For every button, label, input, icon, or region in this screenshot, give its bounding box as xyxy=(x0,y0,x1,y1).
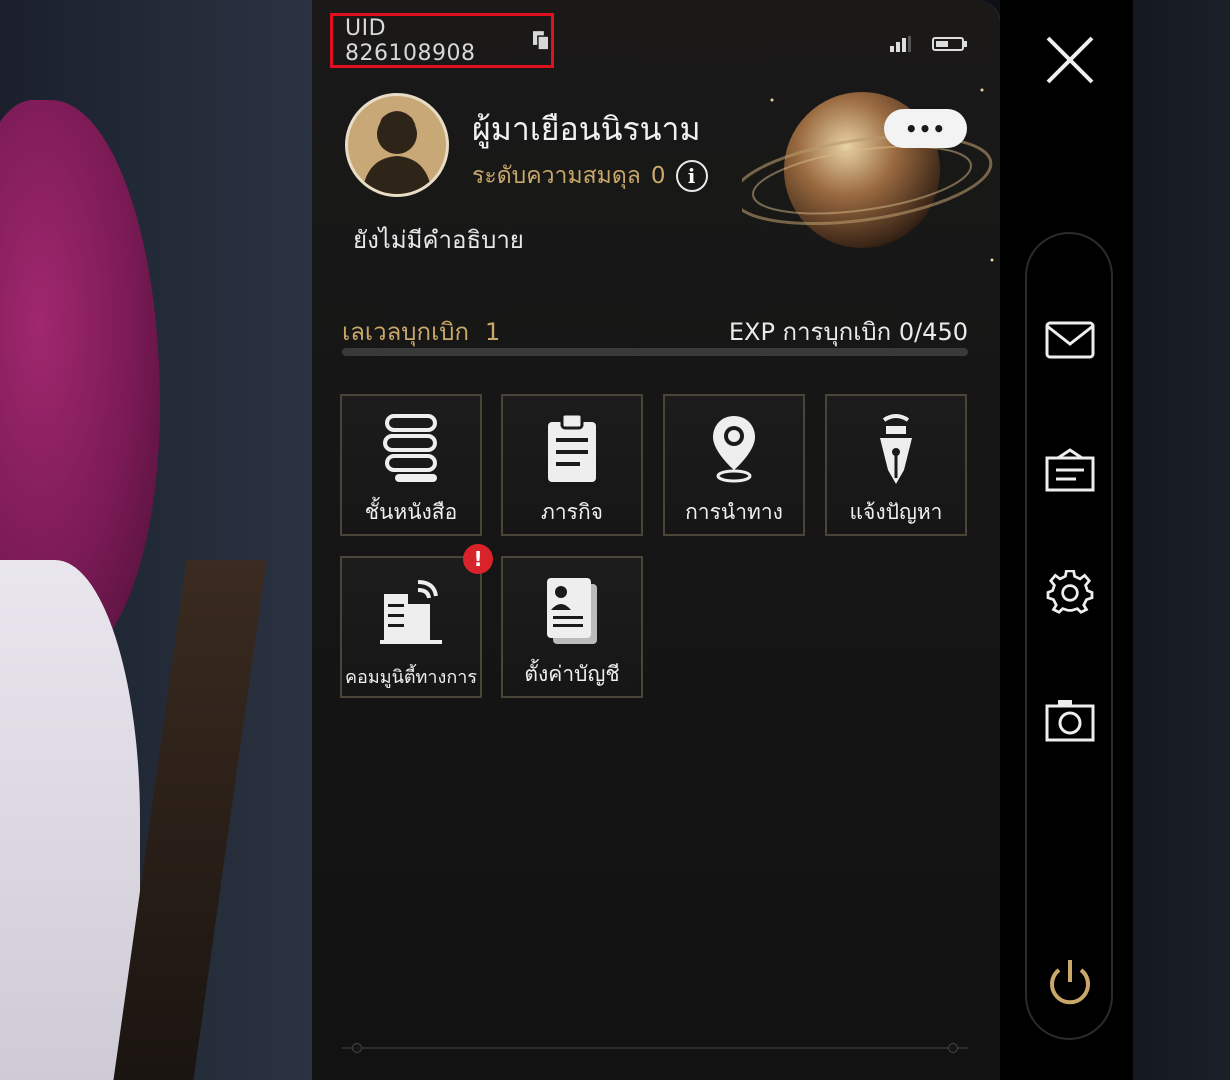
right-background xyxy=(1133,0,1230,1080)
avatar[interactable] xyxy=(345,93,449,197)
uid-text: UID 826108908 xyxy=(345,15,476,66)
mail-icon[interactable] xyxy=(1044,318,1096,362)
planet-decoration xyxy=(742,88,994,262)
trailblaze-exp-value: 0/450 xyxy=(898,318,968,346)
trailblaze-exp-label: EXP การบุกเบิก xyxy=(728,318,892,346)
feedback-pen-icon xyxy=(880,414,912,484)
tile-bookshelf[interactable]: ชั้นหนังสือ xyxy=(340,394,482,536)
status-icons xyxy=(890,36,968,52)
tile-account-settings-label: ตั้งค่าบัญชี xyxy=(524,662,620,686)
more-options-button[interactable]: ••• xyxy=(884,109,967,148)
tile-mission-label: ภารกิจ xyxy=(541,500,603,524)
community-building-icon xyxy=(380,580,442,644)
tile-navigation[interactable]: การนำทาง xyxy=(663,394,805,536)
tile-feedback[interactable]: แจ้งปัญหา xyxy=(825,394,967,536)
power-icon[interactable] xyxy=(1044,958,1096,1006)
close-icon[interactable] xyxy=(1044,34,1096,86)
equilibrium-level: ระดับความสมดุล 0 i xyxy=(472,158,708,194)
notice-board-icon[interactable] xyxy=(1044,448,1096,492)
uid-display[interactable]: UID 826108908 xyxy=(330,13,554,68)
alert-badge-icon: ! xyxy=(463,544,493,574)
trailblaze-info: เลเวลบุกเบิก 1 EXP การบุกเบิก 0/450 xyxy=(342,312,968,351)
tile-official-community[interactable]: คอมมูนิตี้ทางการ xyxy=(340,556,482,698)
trailblaze-level-label: เลเวลบุกเบิก xyxy=(342,318,470,346)
tile-feedback-label: แจ้งปัญหา xyxy=(849,500,943,524)
account-settings-icon xyxy=(547,578,597,644)
tile-mission[interactable]: ภารกิจ xyxy=(501,394,643,536)
background-character-art xyxy=(0,0,312,1080)
exp-progress-bar xyxy=(342,348,968,356)
info-icon[interactable]: i xyxy=(675,160,708,192)
equilibrium-label: ระดับความสมดุล xyxy=(472,163,641,189)
phone-menu-panel: UID 826108908 ผู้มาเยือนนิรนาม ระดับความ… xyxy=(312,0,1001,1080)
tile-navigation-label: การนำทาง xyxy=(685,500,783,524)
mission-clipboard-icon xyxy=(548,412,596,482)
tile-account-settings[interactable]: ตั้งค่าบัญชี xyxy=(501,556,643,698)
tile-official-community-label: คอมมูนิตี้ทางการ xyxy=(344,667,477,688)
camera-icon[interactable] xyxy=(1044,698,1096,742)
equilibrium-value: 0 xyxy=(650,163,666,189)
tile-bookshelf-label: ชั้นหนังสือ xyxy=(364,500,458,524)
signal-icon xyxy=(890,36,911,52)
player-name: ผู้มาเยือนนิรนาม xyxy=(472,110,701,148)
bottom-divider xyxy=(342,1043,968,1053)
settings-gear-icon[interactable] xyxy=(1044,570,1096,614)
navigation-pin-icon xyxy=(713,416,755,483)
trailblaze-level-value: 1 xyxy=(485,318,501,346)
copy-icon[interactable] xyxy=(533,30,551,51)
profile-description[interactable]: ยังไม่มีคำอธิบาย xyxy=(353,220,524,259)
bookshelf-icon xyxy=(383,414,437,482)
battery-icon xyxy=(932,37,967,51)
avatar-silhouette-icon xyxy=(362,111,432,194)
